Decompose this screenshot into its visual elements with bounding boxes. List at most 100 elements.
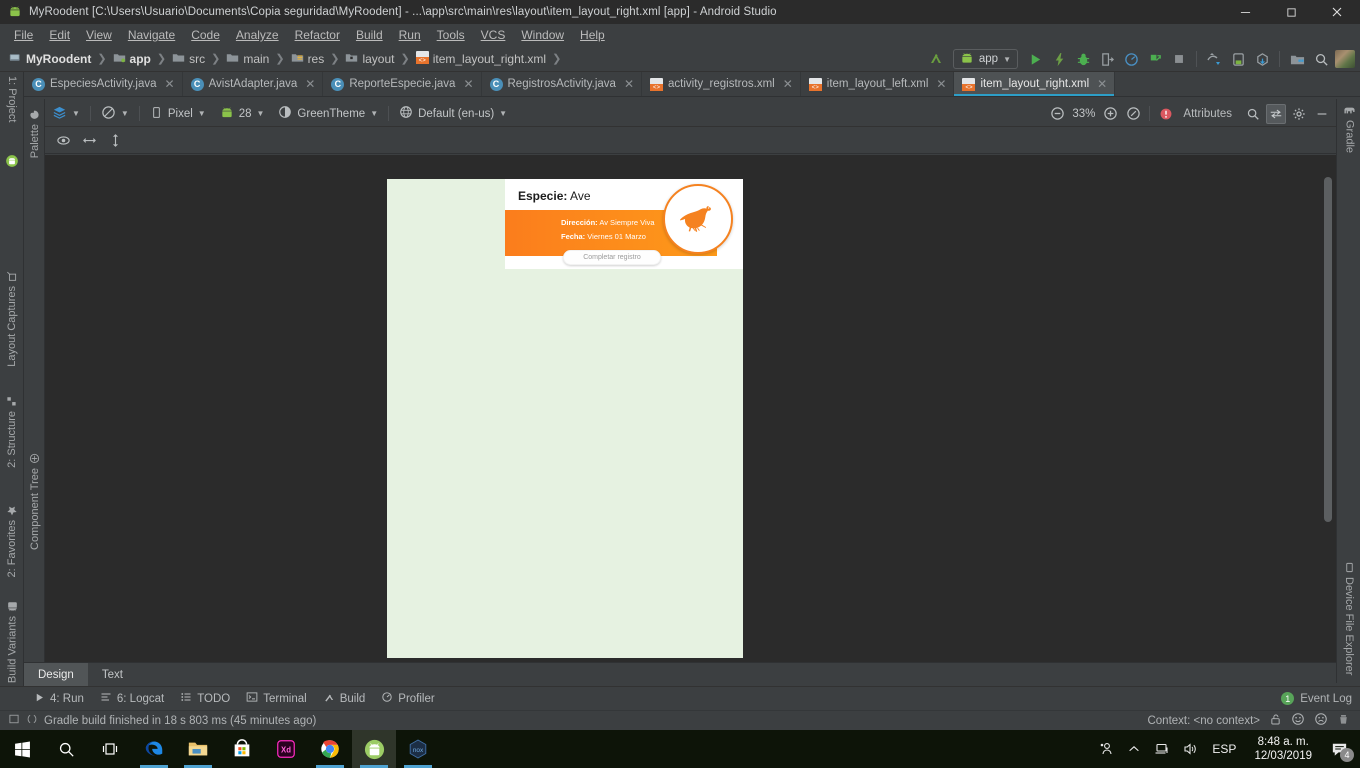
breadcrumb-item-src[interactable]: src [169,50,208,68]
close-tab-icon[interactable]: ✕ [463,77,473,91]
layout-preview[interactable]: Especie: Ave Dirección: Av Siempre Viva … [387,179,743,658]
horizontal-resize-icon[interactable] [79,131,99,151]
zoom-to-fit-icon[interactable] [1123,104,1143,124]
zoom-out-icon[interactable] [1047,104,1067,124]
tab-text[interactable]: Text [88,663,137,686]
tab-design[interactable]: Design [24,663,88,686]
language-indicator[interactable]: ESP [1204,742,1244,756]
menu-window[interactable]: Window [513,26,572,44]
record-card[interactable]: Especie: Ave Dirección: Av Siempre Viva … [505,179,743,269]
debug-icon[interactable] [1072,48,1094,70]
tool-window-terminal[interactable]: Terminal [238,689,314,708]
menu-analyze[interactable]: Analyze [228,26,287,44]
editor-tab-avistadapter[interactable]: C AvistAdapter.java ✕ [183,72,324,96]
tool-window-logcat[interactable]: 6: Logcat [92,689,172,708]
complete-registration-button[interactable]: Completar registro [563,250,661,265]
breadcrumb-item-app[interactable]: app [110,50,154,68]
menu-file[interactable]: File [6,26,41,44]
run-with-coverage-icon[interactable] [1144,48,1166,70]
run-configuration-selector[interactable]: app ▼ [952,49,1018,69]
editor-tab-especiesactivity[interactable]: C EspeciesActivity.java ✕ [24,72,183,96]
trash-icon[interactable] [1337,713,1350,729]
menu-vcs[interactable]: VCS [473,26,514,44]
menu-run[interactable]: Run [391,26,429,44]
device-selector[interactable]: Pixel ▼ [143,104,213,124]
tool-window-build[interactable]: Build [315,689,374,708]
breadcrumb-item-file[interactable]: item_layout_right.xml [413,50,549,68]
close-window-button[interactable] [1314,0,1360,24]
task-view-icon[interactable] [88,730,132,768]
user-avatar[interactable] [1334,48,1356,70]
api-level-selector[interactable]: 28 ▼ [213,105,272,123]
close-tab-icon[interactable]: ✕ [936,77,946,91]
menu-refactor[interactable]: Refactor [287,26,348,44]
toggle-memory-icon[interactable] [8,713,20,728]
chrome-icon[interactable] [308,730,352,768]
menu-tools[interactable]: Tools [429,26,473,44]
sidebar-item-palette[interactable]: Palette [27,105,43,162]
search-icon[interactable] [1243,104,1263,124]
editor-tab-item-layout-right-xml[interactable]: item_layout_right.xml ✕ [954,72,1116,96]
zoom-in-icon[interactable] [1100,104,1120,124]
toggle-attributes-icon[interactable] [1266,103,1286,124]
menu-help[interactable]: Help [572,26,613,44]
sidebar-item-favorites[interactable]: 2: Favorites [4,500,20,581]
microsoft-store-icon[interactable] [220,730,264,768]
event-log-area[interactable]: 1 Event Log [1281,692,1360,705]
canvas-vertical-scrollbar[interactable] [1324,177,1332,522]
menu-view[interactable]: View [78,26,120,44]
clock[interactable]: 8:48 a. m. 12/03/2019 [1244,735,1322,763]
error-icon[interactable] [1156,104,1176,124]
people-icon[interactable] [1092,730,1120,768]
volume-icon[interactable] [1176,730,1204,768]
breadcrumb-item-main[interactable]: main [223,50,272,68]
smiley-happy-icon[interactable] [1291,712,1305,729]
sidebar-item-structure[interactable]: 2: Structure [4,392,20,472]
close-tab-icon[interactable]: ✕ [1097,77,1107,91]
maximize-window-button[interactable] [1268,0,1314,24]
editor-tab-item-layout-left-xml[interactable]: item_layout_left.xml ✕ [801,72,955,96]
editor-tab-registrosactivity[interactable]: C RegistrosActivity.java ✕ [482,72,642,96]
menu-code[interactable]: Code [183,26,228,44]
adobe-xd-icon[interactable]: Xd [264,730,308,768]
file-explorer-icon[interactable] [176,730,220,768]
show-hidden-icons-icon[interactable] [1120,730,1148,768]
gear-icon[interactable] [1289,104,1309,124]
back-icon[interactable] [925,48,947,70]
notifications-button[interactable]: 4 [1322,730,1356,768]
eye-visibility-icon[interactable] [53,131,73,151]
close-tab-icon[interactable]: ✕ [624,77,634,91]
theme-selector[interactable]: GreenTheme ▼ [271,103,385,124]
tool-window-profiler[interactable]: Profiler [373,689,442,708]
lock-icon[interactable] [1269,713,1282,729]
orientation-selector[interactable]: ▼ [94,103,136,125]
sidebar-item-device-file-explorer[interactable]: Device File Explorer [1341,558,1357,679]
layers-selector[interactable]: ▼ [45,103,87,125]
sidebar-item-project[interactable]: 1: Project [4,72,20,126]
editor-tab-activity-registros-xml[interactable]: activity_registros.xml ✕ [642,72,801,96]
tool-window-run[interactable]: 4: Run [26,690,92,708]
menu-navigate[interactable]: Navigate [120,26,183,44]
sync-gradle-icon[interactable] [1203,48,1225,70]
attach-debugger-icon[interactable] [1096,48,1118,70]
breadcrumb-item-layout[interactable]: layout [342,50,397,68]
close-tab-icon[interactable]: ✕ [165,77,175,91]
search-icon[interactable] [1310,48,1332,70]
sidebar-item-component-tree[interactable]: Component Tree [27,449,43,554]
breadcrumb-item-myroodent[interactable]: MyRoodent [6,50,94,68]
run-icon[interactable] [1024,48,1046,70]
locale-selector[interactable]: Default (en-us) ▼ [392,103,514,124]
minimize-panel-icon[interactable] [1312,104,1332,124]
design-canvas[interactable]: Especie: Ave Dirección: Av Siempre Viva … [45,155,1336,670]
sidebar-item-gradle[interactable]: Gradle [1341,101,1358,157]
tool-window-todo[interactable]: TODO [172,689,238,708]
breadcrumb-item-res[interactable]: res [288,50,328,68]
vertical-resize-icon[interactable] [105,131,125,151]
menu-build[interactable]: Build [348,26,391,44]
edge-icon[interactable] [132,730,176,768]
close-tab-icon[interactable]: ✕ [305,77,315,91]
search-icon[interactable] [44,730,88,768]
android-studio-icon[interactable] [352,730,396,768]
network-icon[interactable] [1148,730,1176,768]
sidebar-item-build-variants[interactable]: Build Variants [4,597,21,687]
